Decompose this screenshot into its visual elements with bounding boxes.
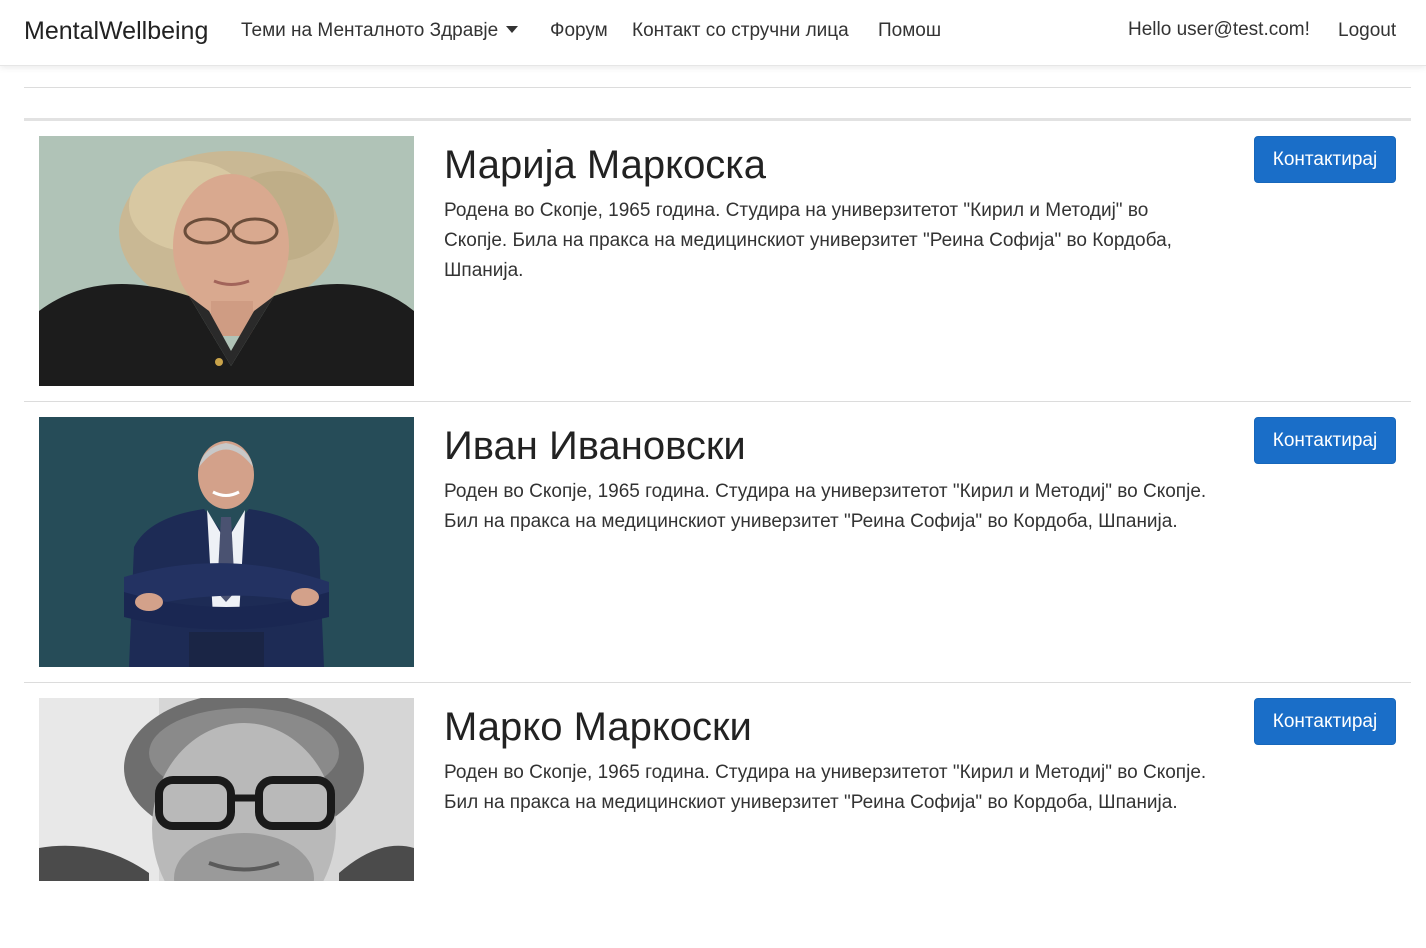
user-greeting[interactable]: Hello user@test.com! bbox=[1128, 17, 1310, 43]
expert-card: Иван Ивановски Роден во Скопје, 1965 год… bbox=[24, 401, 1411, 667]
expert-photo bbox=[39, 136, 414, 386]
expert-bio: Роден во Скопје, 1965 година. Студира на… bbox=[444, 762, 1207, 813]
logout-link[interactable]: Logout bbox=[1338, 18, 1396, 44]
navbar: MentalWellbeing Теми на Менталното Здрав… bbox=[0, 0, 1426, 66]
nav-help-link[interactable]: Помош bbox=[878, 18, 941, 44]
contact-button[interactable]: Контактирај bbox=[1254, 417, 1396, 464]
nav-topics-dropdown[interactable]: Теми на Менталното Здравје bbox=[241, 18, 519, 44]
nav-forum-link[interactable]: Форум bbox=[550, 18, 608, 44]
expert-photo bbox=[39, 698, 414, 881]
caret-down-icon bbox=[506, 26, 519, 33]
divider bbox=[24, 87, 1411, 88]
portrait-man-glasses-image bbox=[39, 698, 414, 881]
expert-bio: Роден во Скопје, 1965 година. Студира на… bbox=[444, 481, 1207, 532]
expert-name: Марко Маркоски bbox=[444, 705, 752, 749]
contact-button[interactable]: Контактирај bbox=[1254, 698, 1396, 745]
expert-card: Марија Маркоска Родена во Скопје, 1965 г… bbox=[24, 120, 1411, 386]
brand-link[interactable]: MentalWellbeing bbox=[24, 15, 208, 47]
portrait-woman-image bbox=[39, 136, 414, 386]
expert-photo bbox=[39, 417, 414, 667]
expert-bio: Родена во Скопје, 1965 година. Студира н… bbox=[444, 200, 1172, 281]
nav-contact-link[interactable]: Контакт со стручни лица bbox=[632, 18, 849, 44]
contact-button[interactable]: Контактирај bbox=[1254, 136, 1396, 183]
expert-name: Иван Ивановски bbox=[444, 424, 746, 468]
expert-card: Марко Маркоски Роден во Скопје, 1965 год… bbox=[24, 682, 1411, 948]
expert-name: Марија Маркоска bbox=[444, 143, 766, 187]
portrait-man-suit-image bbox=[39, 417, 414, 667]
nav-topics-label: Теми на Менталното Здравје bbox=[241, 20, 499, 41]
